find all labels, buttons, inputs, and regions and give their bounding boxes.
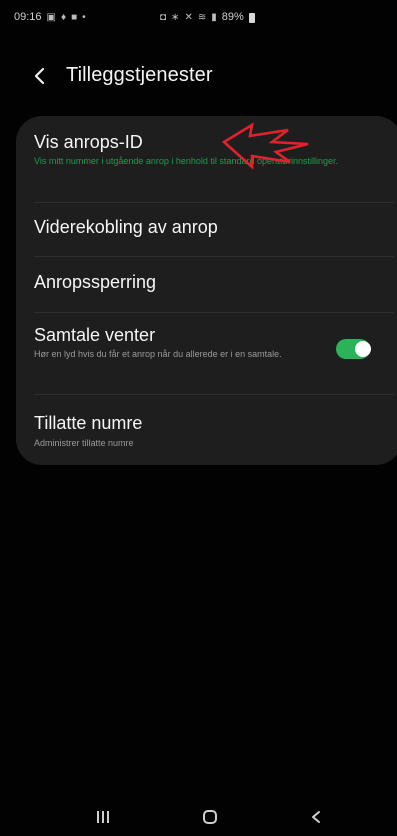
screen: 09:16 ▣ ♦ ■ • ◘ ∗ ✕ ≋ ▮ 89% Tilleggstjen… xyxy=(0,0,397,836)
navigation-bar xyxy=(0,800,397,836)
status-right: ◘ ∗ ✕ ≋ ▮ 89% xyxy=(160,11,255,23)
nfc-icon: ◘ xyxy=(160,11,167,23)
wifi-icon: ≋ xyxy=(197,11,207,23)
location-icon: ♦ xyxy=(60,11,67,23)
setting-call-waiting-title: Samtale venter xyxy=(34,325,156,345)
bluetooth-icon: ∗ xyxy=(171,11,180,23)
recents-icon[interactable] xyxy=(96,810,110,824)
app-header: Tilleggstjenester xyxy=(0,58,397,94)
mute-icon: ✕ xyxy=(184,11,193,23)
setting-call-forwarding[interactable]: Viderekobling av anrop xyxy=(16,203,397,255)
call-waiting-toggle[interactable] xyxy=(336,339,371,359)
gallery-icon: ▣ xyxy=(46,11,56,23)
annotation-arrow-icon xyxy=(222,122,309,170)
status-time: 09:16 xyxy=(14,11,42,23)
setting-allowed-numbers[interactable]: Tillatte numre Administrer tillatte numr… xyxy=(16,395,397,465)
setting-caller-id[interactable]: Vis anrops-ID Vis mitt nummer i utgående… xyxy=(16,116,397,200)
status-left: 09:16 ▣ ♦ ■ • xyxy=(14,11,86,23)
chevron-left-icon[interactable] xyxy=(30,66,50,86)
setting-call-waiting-subtitle: Hør en lyd hvis du får et anrop når du a… xyxy=(34,349,282,359)
home-icon[interactable] xyxy=(202,809,218,825)
back-icon[interactable] xyxy=(310,810,322,824)
setting-call-barring-title: Anropssperring xyxy=(34,272,157,292)
signal-icon: ▮ xyxy=(211,11,217,23)
message-icon: ■ xyxy=(71,11,78,23)
page-title: Tilleggstjenester xyxy=(66,64,213,86)
setting-caller-id-title: Vis anrops-ID xyxy=(34,132,143,152)
battery-percent: 89% xyxy=(221,11,244,23)
dot-icon: • xyxy=(82,11,86,23)
toggle-knob xyxy=(355,341,371,357)
setting-allowed-numbers-subtitle: Administrer tillatte numre xyxy=(34,438,134,448)
setting-allowed-numbers-title: Tillatte numre xyxy=(34,413,143,433)
settings-card: Vis anrops-ID Vis mitt nummer i utgående… xyxy=(16,116,397,465)
setting-call-forwarding-title: Viderekobling av anrop xyxy=(34,217,218,237)
battery-icon xyxy=(248,13,255,23)
setting-call-barring[interactable]: Anropssperring xyxy=(16,257,397,311)
status-bar: 09:16 ▣ ♦ ■ • ◘ ∗ ✕ ≋ ▮ 89% xyxy=(0,0,397,34)
